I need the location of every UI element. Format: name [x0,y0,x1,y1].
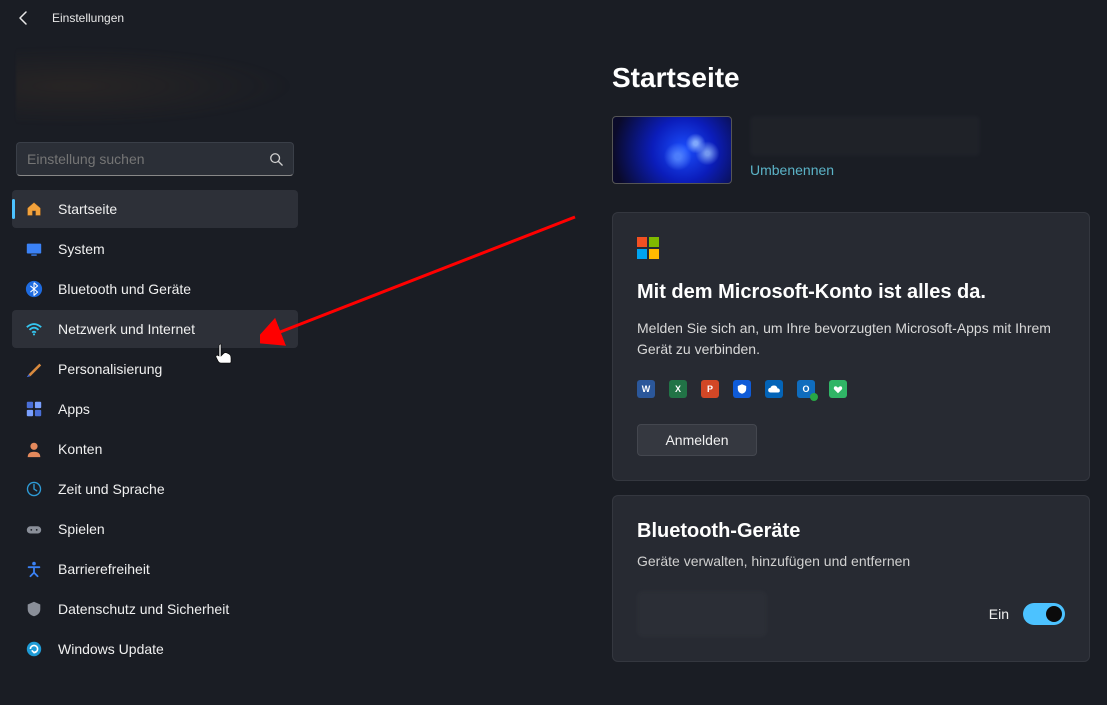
family-icon [829,380,847,398]
titlebar: Einstellungen [0,0,1107,36]
sidebar-item-windows-update[interactable]: Windows Update [12,630,298,668]
sidebar-item-label: System [58,241,105,257]
sidebar-item-bluetooth[interactable]: Bluetooth und Geräte [12,270,298,308]
search-input[interactable] [27,151,269,167]
sidebar: Startseite System Bluetooth und Geräte N… [0,36,310,705]
onedrive-icon [765,380,783,398]
apps-icon [24,399,44,419]
device-thumbnail[interactable] [612,116,732,184]
sidebar-item-konten[interactable]: Konten [12,430,298,468]
ms-card-body: Melden Sie sich an, um Ihre bevorzugten … [637,318,1065,360]
search-box[interactable] [16,142,294,176]
brush-icon [24,359,44,379]
sidebar-item-datenschutz[interactable]: Datenschutz und Sicherheit [12,590,298,628]
ms-card-heading: Mit dem Microsoft-Konto ist alles da. [637,281,1065,304]
sidebar-item-label: Zeit und Sprache [58,481,165,497]
bt-toggle-label: Ein [989,606,1009,622]
sidebar-item-label: Personalisierung [58,361,162,377]
sidebar-item-label: Apps [58,401,90,417]
arrow-left-icon [16,10,32,26]
microsoft-account-card: Mit dem Microsoft-Konto ist alles da. Me… [612,212,1090,481]
word-icon: W [637,380,655,398]
home-icon [24,199,44,219]
device-name [750,116,980,156]
sidebar-item-label: Barrierefreiheit [58,561,150,577]
sidebar-item-label: Startseite [58,201,117,217]
bt-card-heading: Bluetooth-Geräte [637,520,1065,543]
powerpoint-icon: P [701,380,719,398]
bt-toggle[interactable] [1023,603,1065,625]
app-title: Einstellungen [52,11,124,25]
profile-area[interactable] [16,46,294,126]
gamepad-icon [24,519,44,539]
sidebar-item-system[interactable]: System [12,230,298,268]
excel-icon: X [669,380,687,398]
bt-card-subtitle: Geräte verwalten, hinzufügen und entfern… [637,553,1065,569]
sidebar-item-spielen[interactable]: Spielen [12,510,298,548]
ms-app-icons: W X P O [637,380,1065,398]
sidebar-item-label: Spielen [58,521,105,537]
sidebar-item-personalisierung[interactable]: Personalisierung [12,350,298,388]
sidebar-item-label: Netzwerk und Internet [58,321,195,337]
bt-device-placeholder [637,591,767,637]
back-button[interactable] [12,6,36,30]
bluetooth-icon [24,279,44,299]
bluetooth-card: Bluetooth-Geräte Geräte verwalten, hinzu… [612,495,1090,662]
sidebar-item-netzwerk[interactable]: Netzwerk und Internet [12,310,298,348]
defender-icon [733,380,751,398]
sidebar-item-barrierefreiheit[interactable]: Barrierefreiheit [12,550,298,588]
device-summary: Umbenennen [612,116,1090,184]
nav: Startseite System Bluetooth und Geräte N… [12,190,298,668]
clock-icon [24,479,44,499]
signin-button[interactable]: Anmelden [637,424,757,456]
outlook-icon: O [797,380,815,398]
sidebar-item-startseite[interactable]: Startseite [12,190,298,228]
sidebar-item-label: Datenschutz und Sicherheit [58,601,229,617]
sidebar-item-label: Konten [58,441,102,457]
sidebar-item-apps[interactable]: Apps [12,390,298,428]
accessibility-icon [24,559,44,579]
sidebar-item-label: Bluetooth und Geräte [58,281,191,297]
system-icon [24,239,44,259]
microsoft-logo-icon [637,237,659,259]
rename-link[interactable]: Umbenennen [750,162,834,178]
sidebar-item-label: Windows Update [58,641,164,657]
person-icon [24,439,44,459]
update-icon [24,639,44,659]
page-title: Startseite [612,62,1090,94]
search-icon [269,152,283,166]
wifi-icon [24,319,44,339]
sidebar-item-zeit-sprache[interactable]: Zeit und Sprache [12,470,298,508]
main-content: Startseite Umbenennen Mit dem Microsoft-… [612,62,1090,676]
shield-icon [24,599,44,619]
